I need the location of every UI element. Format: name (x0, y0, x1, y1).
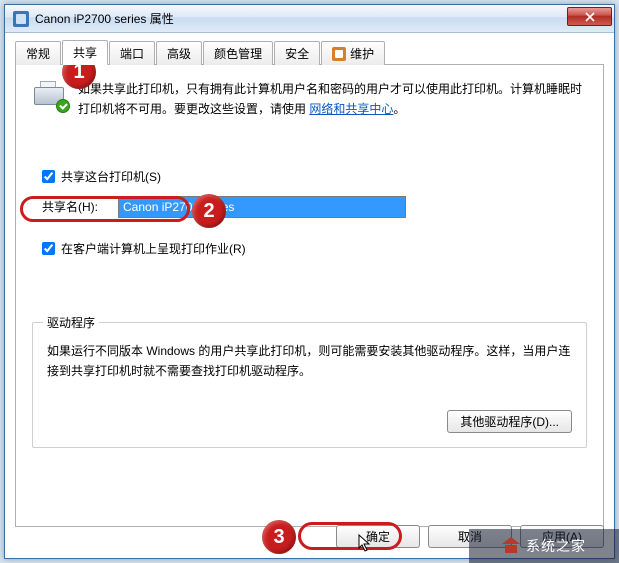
dialog-footer: 确定 取消 应用(A) (5, 525, 614, 548)
drivers-button-row: 其他驱动程序(D)... (47, 410, 572, 433)
tab-security[interactable]: 安全 (274, 41, 320, 65)
cancel-button[interactable]: 取消 (428, 525, 512, 548)
close-button[interactable] (567, 7, 612, 26)
apply-button[interactable]: 应用(A) (520, 525, 604, 548)
share-printer-checkbox[interactable] (42, 170, 55, 183)
titlebar: Canon iP2700 series 属性 (5, 5, 614, 33)
render-client-checkbox[interactable] (42, 242, 55, 255)
render-client-text: 在客户端计算机上呈现打印作业(R) (61, 240, 246, 257)
tab-maintenance[interactable]: 维护 (321, 41, 385, 65)
share-panel: 如果共享此打印机，只有拥有此计算机用户名和密码的用户才可以使用此打印机。计算机睡… (15, 65, 604, 527)
drivers-group: 驱动程序 如果运行不同版本 Windows 的用户共享此打印机，则可能需要安装其… (32, 322, 587, 448)
share-printer-label[interactable]: 共享这台打印机(S) (42, 168, 161, 185)
drivers-group-text: 如果运行不同版本 Windows 的用户共享此打印机，则可能需要安装其他驱动程序… (47, 341, 572, 382)
render-client-row: 在客户端计算机上呈现打印作业(R) (42, 240, 587, 258)
share-printer-row: 共享这台打印机(S) (42, 168, 587, 186)
intro-period: 。 (393, 102, 405, 116)
tab-color[interactable]: 颜色管理 (203, 41, 273, 65)
network-sharing-center-link[interactable]: 网络和共享中心 (309, 102, 393, 116)
printer-shared-icon (32, 81, 68, 111)
maintenance-icon (332, 47, 346, 61)
share-name-input[interactable] (118, 196, 406, 218)
tab-ports[interactable]: 端口 (109, 41, 155, 65)
intro-text: 如果共享此打印机，只有拥有此计算机用户名和密码的用户才可以使用此打印机。计算机睡… (78, 79, 587, 120)
properties-dialog: Canon iP2700 series 属性 常规 共享 端口 高级 颜色管理 … (4, 4, 615, 559)
share-name-row: 共享名(H): (42, 196, 587, 218)
drivers-group-title: 驱动程序 (43, 314, 99, 331)
render-client-label[interactable]: 在客户端计算机上呈现打印作业(R) (42, 240, 246, 257)
tab-general[interactable]: 常规 (15, 41, 61, 65)
tab-strip: 常规 共享 端口 高级 颜色管理 安全 维护 (15, 41, 604, 65)
additional-drivers-button[interactable]: 其他驱动程序(D)... (447, 410, 572, 433)
share-name-label: 共享名(H): (42, 198, 108, 215)
close-icon (585, 12, 595, 22)
printer-title-icon (13, 11, 29, 27)
intro-row: 如果共享此打印机，只有拥有此计算机用户名和密码的用户才可以使用此打印机。计算机睡… (32, 79, 587, 120)
ok-button[interactable]: 确定 (336, 525, 420, 548)
tab-maintenance-label: 维护 (350, 45, 374, 62)
tab-share[interactable]: 共享 (62, 40, 108, 65)
window-title: Canon iP2700 series 属性 (35, 10, 567, 27)
tab-advanced[interactable]: 高级 (156, 41, 202, 65)
share-printer-text: 共享这台打印机(S) (61, 168, 161, 185)
dialog-body: 常规 共享 端口 高级 颜色管理 安全 维护 如果共享此打印机，只有拥有此计算机… (5, 33, 614, 537)
